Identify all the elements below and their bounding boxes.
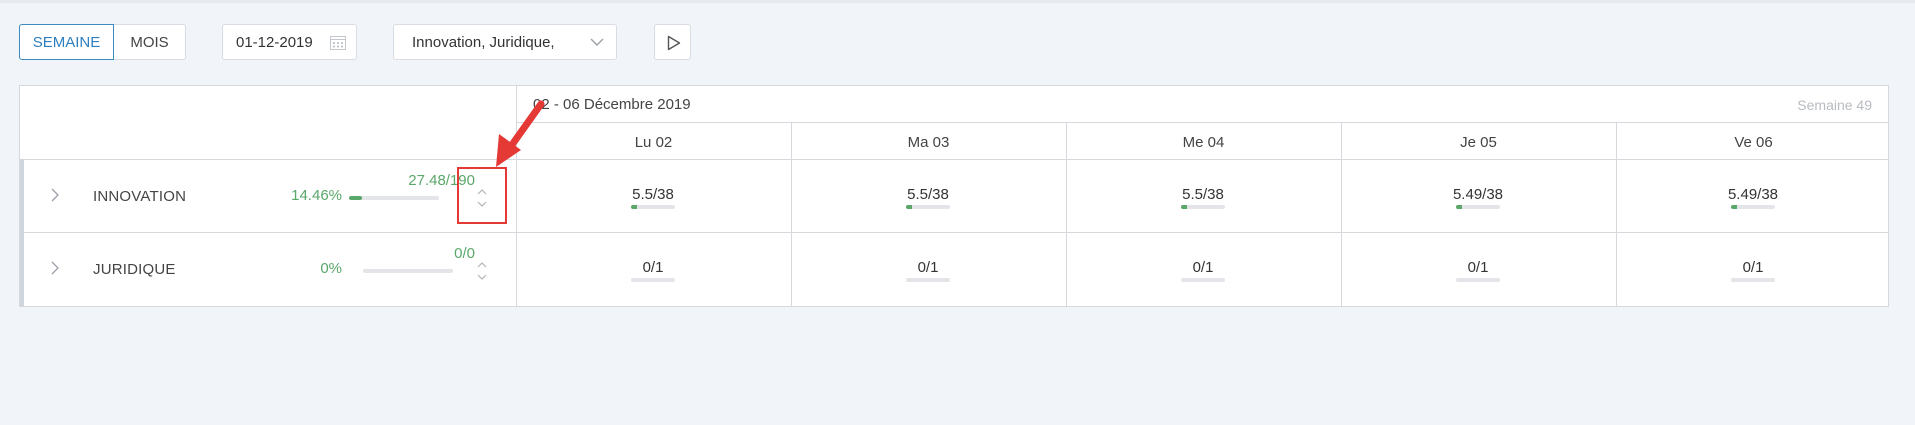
day-cell-value: 5.5/38 [1182, 186, 1224, 203]
day-cell-bar [1181, 205, 1225, 209]
day-cell-fill [1456, 205, 1463, 209]
week-view-button[interactable]: SEMAINE [19, 24, 114, 60]
row-name: JURIDIQUE [93, 261, 176, 278]
chevron-right-icon[interactable] [50, 261, 60, 275]
day-header: Ma 03 [907, 134, 950, 151]
department-select-value: Innovation, Juridique, [412, 33, 555, 51]
month-view-button[interactable]: MOIS [114, 24, 186, 60]
row-progress-bar [349, 196, 439, 200]
day-cell-value: 5.49/38 [1727, 186, 1779, 203]
play-icon [667, 35, 681, 51]
day-cell-value: 0/1 [917, 259, 939, 276]
day-cell-bar [1731, 278, 1775, 282]
view-switch: SEMAINE MOIS [19, 24, 186, 60]
department-select[interactable]: Innovation, Juridique, [393, 24, 617, 60]
day-cell-bar [1456, 278, 1500, 282]
row-percent: 14.46% [291, 187, 342, 204]
day-cell-value: 0/1 [1467, 259, 1489, 276]
grid-line [20, 159, 1888, 160]
day-cell-bar [906, 278, 950, 282]
row-percent: 0% [320, 260, 342, 277]
day-header: Ve 06 [1734, 134, 1773, 151]
grid-line [516, 122, 1888, 123]
planning-grid: 02 - 06 Décembre 2019 Semaine 49 Lu 02 M… [19, 85, 1889, 307]
week-label: Semaine 49 [1797, 97, 1872, 113]
day-header: Je 05 [1460, 134, 1497, 151]
grid-line [20, 232, 1888, 233]
day-cell-bar [1456, 205, 1500, 209]
row-progress-bar [363, 269, 453, 273]
day-cell-value: 5.5/38 [907, 186, 949, 203]
sort-toggle-icon[interactable] [476, 260, 488, 282]
date-value: 01-12-2019 [236, 33, 313, 51]
day-cell-bar [631, 205, 675, 209]
day-cell-bar [1731, 205, 1775, 209]
day-cell-bar [631, 278, 675, 282]
play-button[interactable] [654, 24, 691, 60]
day-header: Me 04 [1182, 134, 1225, 151]
day-header: Lu 02 [634, 134, 673, 151]
period-label: 02 - 06 Décembre 2019 [533, 96, 691, 113]
day-cell-fill [631, 205, 638, 209]
day-cell-bar [906, 205, 950, 209]
chevron-right-icon[interactable] [50, 188, 60, 202]
row-band [20, 159, 24, 306]
day-cell-fill [1731, 205, 1738, 209]
grid-line [516, 86, 517, 306]
day-cell-fill [906, 205, 913, 209]
top-border [0, 0, 1915, 3]
row-name: INNOVATION [93, 188, 187, 205]
day-cell-value: 5.49/38 [1452, 186, 1504, 203]
day-cell-value: 0/1 [1192, 259, 1214, 276]
day-cell-bar [1181, 278, 1225, 282]
row-progress-fill [349, 196, 362, 200]
date-picker[interactable]: 01-12-2019 [222, 24, 357, 60]
day-cell-value: 0/1 [642, 259, 664, 276]
chevron-down-icon [590, 38, 604, 46]
day-cell-value: 5.5/38 [632, 186, 674, 203]
calendar-icon[interactable] [330, 35, 346, 50]
annotation-highlight-box [457, 167, 507, 224]
row-ratio: 0/0 [454, 245, 475, 262]
day-cell-fill [1181, 205, 1188, 209]
day-cell-value: 0/1 [1742, 259, 1764, 276]
